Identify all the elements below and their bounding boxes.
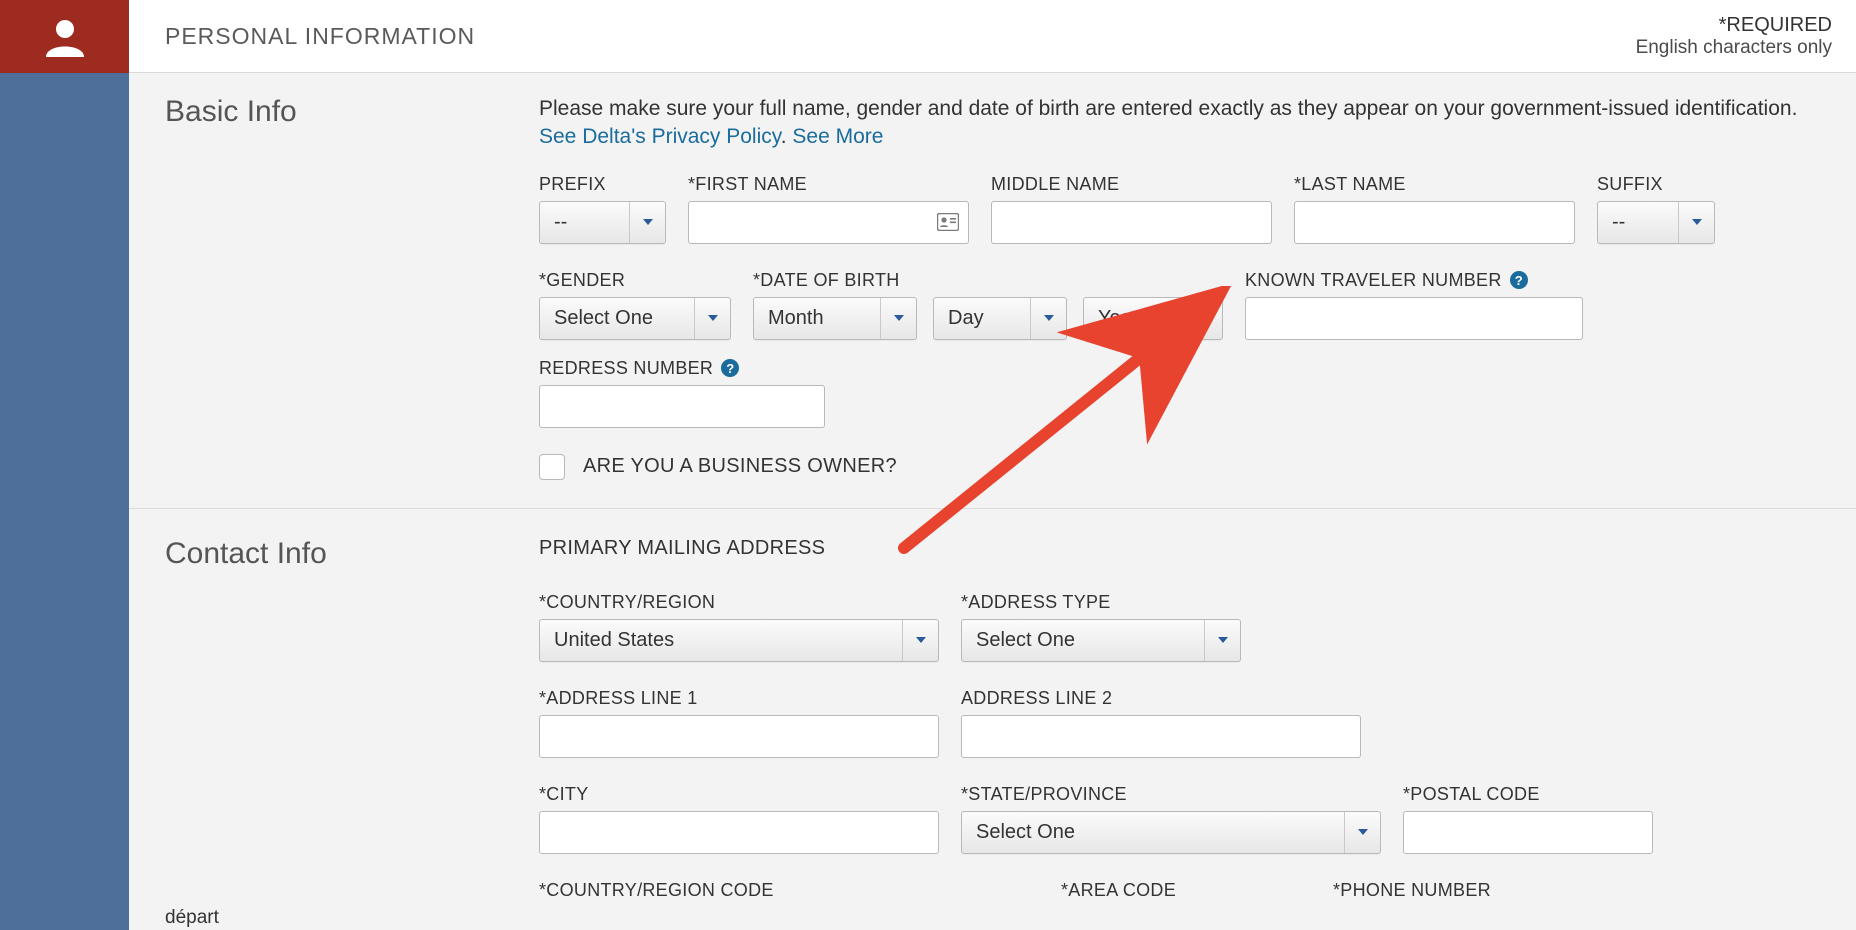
chevron-down-icon bbox=[880, 298, 916, 339]
prefix-label: PREFIX bbox=[539, 174, 666, 195]
gender-label: *GENDER bbox=[539, 270, 731, 291]
person-icon bbox=[42, 17, 88, 57]
business-owner-checkbox[interactable] bbox=[539, 454, 565, 480]
area-code-label: *AREA CODE bbox=[1061, 880, 1311, 901]
address-line-2-input[interactable] bbox=[961, 715, 1361, 758]
dob-day-select[interactable]: Day bbox=[933, 297, 1067, 340]
chevron-down-icon bbox=[1186, 298, 1222, 339]
header-required-note: *REQUIRED English characters only bbox=[1636, 14, 1832, 59]
chevron-down-icon bbox=[1678, 202, 1714, 243]
last-name-label: *LAST NAME bbox=[1294, 174, 1575, 195]
suffix-select[interactable]: -- bbox=[1597, 201, 1715, 244]
middle-name-label: MIDDLE NAME bbox=[991, 174, 1272, 195]
ktn-info-icon[interactable]: ? bbox=[1510, 271, 1528, 289]
middle-name-input[interactable] bbox=[991, 201, 1272, 244]
address-line-2-label: ADDRESS LINE 2 bbox=[961, 688, 1361, 709]
address-line-1-label: *ADDRESS LINE 1 bbox=[539, 688, 939, 709]
redress-label: REDRESS NUMBER bbox=[539, 358, 713, 379]
sidebar bbox=[0, 0, 129, 930]
chevron-down-icon bbox=[1030, 298, 1066, 339]
chevron-down-icon bbox=[902, 620, 938, 661]
redress-input[interactable] bbox=[539, 385, 825, 428]
city-label: *CITY bbox=[539, 784, 939, 805]
business-owner-label: ARE YOU A BUSINESS OWNER? bbox=[583, 455, 897, 478]
first-name-input[interactable] bbox=[688, 201, 969, 244]
chevron-down-icon bbox=[629, 202, 665, 243]
privacy-policy-link[interactable]: See Delta's Privacy Policy bbox=[539, 125, 781, 148]
contact-card-icon bbox=[937, 213, 959, 231]
address-line-1-input[interactable] bbox=[539, 715, 939, 758]
business-owner-row: ARE YOU A BUSINESS OWNER? bbox=[539, 454, 1832, 480]
contact-info-section: Contact Info PRIMARY MAILING ADDRESS *CO… bbox=[129, 508, 1856, 930]
ktn-label: KNOWN TRAVELER NUMBER bbox=[1245, 270, 1502, 291]
city-input[interactable] bbox=[539, 811, 939, 854]
basic-info-section: Basic Info Please make sure your full na… bbox=[129, 95, 1856, 508]
phone-number-label: *PHONE NUMBER bbox=[1333, 880, 1633, 901]
see-more-link[interactable]: See More bbox=[792, 125, 883, 148]
basic-info-heading: Basic Info bbox=[165, 95, 539, 129]
dob-year-select[interactable]: Year bbox=[1083, 297, 1223, 340]
country-select[interactable]: United States bbox=[539, 619, 939, 662]
prefix-select[interactable]: -- bbox=[539, 201, 666, 244]
country-code-label: *COUNTRY/REGION CODE bbox=[539, 880, 1039, 901]
dob-month-select[interactable]: Month bbox=[753, 297, 917, 340]
postal-code-label: *POSTAL CODE bbox=[1403, 784, 1653, 805]
page-header: PERSONAL INFORMATION *REQUIRED English c… bbox=[129, 0, 1856, 73]
page-title: PERSONAL INFORMATION bbox=[165, 23, 1636, 50]
last-name-input[interactable] bbox=[1294, 201, 1575, 244]
sidebar-profile-tab[interactable] bbox=[0, 0, 129, 73]
suffix-label: SUFFIX bbox=[1597, 174, 1715, 195]
state-label: *STATE/PROVINCE bbox=[961, 784, 1381, 805]
country-label: *COUNTRY/REGION bbox=[539, 592, 939, 613]
mailing-address-heading: PRIMARY MAILING ADDRESS bbox=[539, 537, 1832, 560]
address-type-select[interactable]: Select One bbox=[961, 619, 1241, 662]
chevron-down-icon bbox=[694, 298, 730, 339]
gender-select[interactable]: Select One bbox=[539, 297, 731, 340]
state-select[interactable]: Select One bbox=[961, 811, 1381, 854]
contact-info-heading: Contact Info bbox=[165, 537, 539, 571]
address-type-label: *ADDRESS TYPE bbox=[961, 592, 1241, 613]
chevron-down-icon bbox=[1204, 620, 1240, 661]
ktn-input[interactable] bbox=[1245, 297, 1583, 340]
redress-info-icon[interactable]: ? bbox=[721, 359, 739, 377]
postal-code-input[interactable] bbox=[1403, 811, 1653, 854]
first-name-label: *FIRST NAME bbox=[688, 174, 969, 195]
dob-label: *DATE OF BIRTH bbox=[753, 270, 1223, 291]
basic-help-text: Please make sure your full name, gender … bbox=[539, 95, 1832, 152]
chevron-down-icon bbox=[1344, 812, 1380, 853]
